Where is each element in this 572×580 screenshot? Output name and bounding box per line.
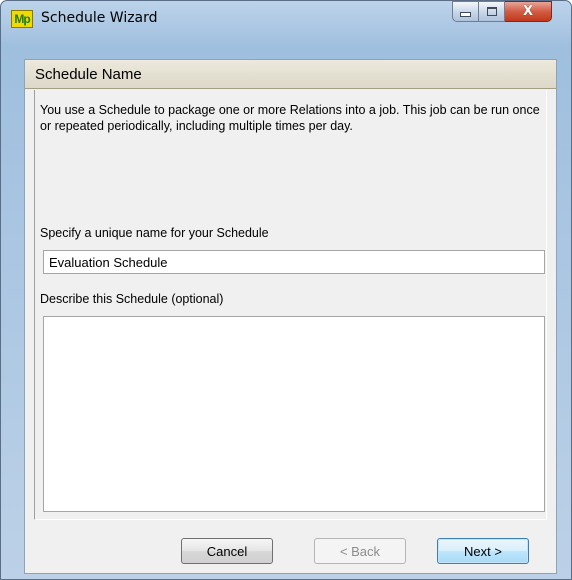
cancel-button[interactable]: Cancel: [181, 538, 273, 564]
close-button[interactable]: X: [505, 1, 552, 22]
caption-buttons: X: [452, 1, 559, 23]
intro-text: You use a Schedule to package one or mor…: [40, 103, 540, 133]
schedule-wizard-window: Mp Schedule Wizard X Schedule Name You u…: [0, 0, 572, 580]
schedule-name-label: Specify a unique name for your Schedule: [40, 226, 269, 240]
wizard-client-area: Schedule Name You use a Schedule to pack…: [24, 59, 557, 574]
minimize-icon: [460, 12, 471, 17]
page-title: Schedule Name: [35, 66, 142, 83]
schedule-description-input[interactable]: [43, 316, 545, 512]
window-title: Schedule Wizard: [41, 10, 158, 26]
maximize-button[interactable]: [479, 1, 505, 22]
app-icon-text: Mp: [14, 12, 30, 26]
app-logo-icon[interactable]: Mp: [11, 10, 33, 28]
minimize-button[interactable]: [452, 1, 479, 22]
schedule-description-label: Describe this Schedule (optional): [40, 292, 224, 306]
maximize-icon: [486, 7, 497, 16]
close-icon: X: [522, 4, 534, 19]
schedule-name-input[interactable]: [43, 250, 545, 274]
title-bar[interactable]: Mp Schedule Wizard X: [1, 1, 571, 35]
back-button[interactable]: < Back: [314, 538, 406, 564]
next-button[interactable]: Next >: [437, 538, 529, 564]
page-header: Schedule Name: [25, 60, 556, 89]
